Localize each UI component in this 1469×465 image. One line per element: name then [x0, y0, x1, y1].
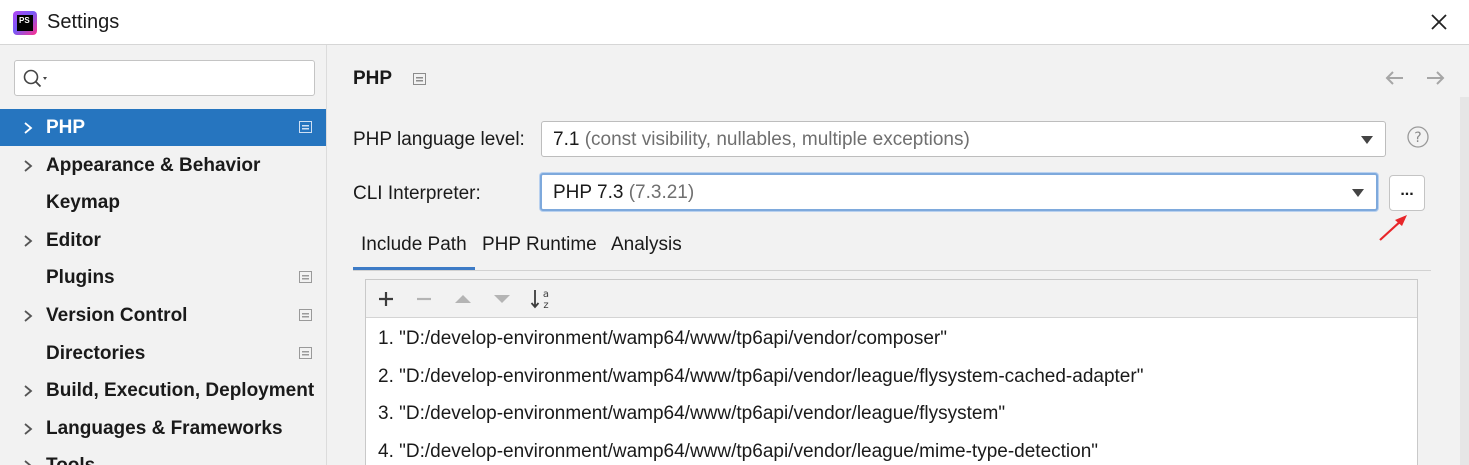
sidebar-item-label: Build, Execution, Deployment — [46, 380, 315, 402]
svg-text:a: a — [543, 289, 549, 300]
vertical-scrollbar[interactable] — [1460, 97, 1469, 465]
chevron-right-icon — [24, 159, 33, 172]
sidebar-item-label: Languages & Frameworks — [46, 417, 283, 439]
forward-arrow-icon[interactable] — [1423, 67, 1447, 89]
include-path-row[interactable]: 1. "D:/develop-environment/wamp64/www/tp… — [378, 328, 947, 350]
page-title: PHP — [353, 68, 393, 89]
cli-interpreter-version: PHP 7.3 — [553, 182, 624, 203]
sidebar-item-label: Appearance & Behavior — [46, 154, 261, 176]
move-down-icon[interactable] — [491, 288, 513, 310]
title-bar: PS Settings — [0, 0, 1469, 45]
settings-search-input[interactable] — [14, 60, 315, 96]
sort-alphabetically-icon[interactable]: a z — [530, 287, 554, 311]
project-scope-icon — [299, 271, 312, 284]
window-title: Settings — [47, 11, 120, 33]
project-scope-icon — [299, 309, 312, 321]
sidebar-item-plugins[interactable]: Plugins — [0, 259, 326, 296]
tab-php-runtime[interactable]: PHP Runtime — [482, 229, 597, 270]
sidebar-item-label: Tools — [46, 447, 95, 465]
language-level-detail: (const visibility, nullables, multiple e… — [584, 129, 970, 150]
sidebar-item-php[interactable]: PHP — [0, 109, 326, 146]
add-icon[interactable] — [375, 288, 397, 310]
sidebar-item-languages-frameworks[interactable]: Languages & Frameworks — [0, 410, 326, 447]
php-settings-tabs: Include Path PHP Runtime Analysis — [353, 229, 1431, 271]
tab-analysis[interactable]: Analysis — [611, 229, 682, 270]
sidebar-item-label: Plugins — [46, 267, 115, 289]
cli-interpreter-detail: (7.3.21) — [628, 182, 695, 203]
php-settings-panel: PHP PHP language level: 7.1 (const visib… — [327, 45, 1469, 465]
language-level-version: 7.1 — [553, 129, 580, 150]
tab-include-path[interactable]: Include Path — [353, 229, 475, 270]
chevron-right-icon — [24, 385, 33, 397]
search-icon — [23, 69, 47, 88]
cli-interpreter-select[interactable]: PHP 7.3 (7.3.21) — [540, 173, 1378, 211]
language-level-label: PHP language level: — [353, 129, 525, 150]
sidebar-item-appearance-behavior[interactable]: Appearance & Behavior — [0, 147, 326, 184]
app-icon-text: PS — [17, 15, 33, 31]
sidebar-item-version-control[interactable]: Version Control — [0, 297, 326, 334]
chevron-right-icon — [24, 310, 33, 322]
remove-icon[interactable] — [413, 288, 435, 310]
include-path-list-panel: a z 1. "D:/develop-environment/wamp64/ww… — [365, 279, 1418, 465]
sidebar-item-tools[interactable]: Tools — [0, 447, 326, 465]
move-up-icon[interactable] — [452, 288, 474, 310]
language-level-value: 7.1 (const visibility, nullables, multip… — [553, 129, 970, 151]
sidebar-item-label: PHP — [46, 117, 86, 138]
help-icon[interactable]: ? — [1407, 126, 1429, 148]
sidebar-item-label: Version Control — [46, 305, 188, 326]
language-level-select[interactable]: 7.1 (const visibility, nullables, multip… — [541, 121, 1386, 157]
settings-sidebar: PHP Appearance & Behavior Keymap Editor Plug… — [0, 45, 327, 465]
sidebar-item-label: Keymap — [46, 192, 120, 214]
svg-text:?: ? — [1414, 130, 1421, 146]
include-path-row[interactable]: 2. "D:/develop-environment/wamp64/www/tp… — [378, 366, 1143, 388]
include-path-toolbar: a z — [366, 280, 1417, 318]
project-scope-icon — [413, 73, 426, 85]
back-arrow-icon[interactable] — [1383, 67, 1407, 89]
chevron-right-icon — [24, 235, 33, 247]
sidebar-item-directories[interactable]: Directories — [0, 335, 326, 372]
browse-interpreters-button[interactable]: ... — [1389, 175, 1425, 211]
sidebar-item-build-execution-deployment[interactable]: Build, Execution, Deployment — [0, 372, 326, 409]
include-path-row[interactable]: 4. "D:/develop-environment/wamp64/www/tp… — [378, 441, 1098, 463]
chevron-down-icon — [1352, 189, 1364, 197]
sidebar-item-label: Directories — [46, 342, 146, 364]
include-path-row[interactable]: 3. "D:/develop-environment/wamp64/www/tp… — [378, 403, 1005, 425]
sidebar-item-keymap[interactable]: Keymap — [0, 184, 326, 221]
project-scope-icon — [299, 346, 312, 359]
svg-text:z: z — [543, 300, 548, 311]
chevron-down-icon — [1361, 136, 1373, 144]
cli-interpreter-label: CLI Interpreter: — [353, 183, 481, 204]
chevron-right-icon — [24, 460, 31, 465]
phpstorm-app-icon: PS — [13, 11, 37, 35]
sidebar-item-editor[interactable]: Editor — [0, 222, 326, 259]
close-icon[interactable] — [1427, 10, 1451, 34]
chevron-right-icon — [24, 122, 33, 134]
chevron-right-icon — [24, 423, 33, 435]
sidebar-item-label: Editor — [46, 229, 101, 251]
project-scope-icon — [299, 121, 312, 133]
cli-interpreter-value: PHP 7.3 (7.3.21) — [553, 182, 694, 204]
